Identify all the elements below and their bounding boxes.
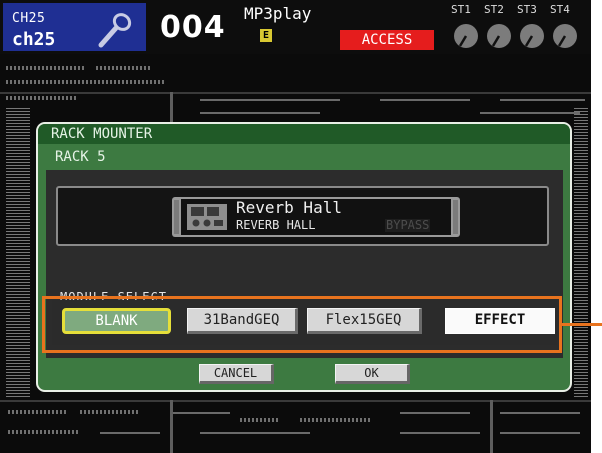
bg-line [400, 432, 480, 434]
bg-line [500, 412, 580, 414]
st1-label: ST1 [451, 3, 471, 16]
bg-fader [574, 108, 588, 398]
st4-knob-icon[interactable] [551, 22, 579, 50]
bypass-indicator[interactable]: BYPASS [385, 219, 431, 232]
ok-button[interactable]: OK [335, 364, 410, 384]
dialog-body: Reverb Hall REVERB HALL BYPASS MODULE SE… [46, 170, 563, 358]
channel-indicator[interactable]: CH25 ch25 [3, 3, 146, 51]
dialog-title: RACK MOUNTER [51, 126, 153, 142]
rack-slot-frame: Reverb Hall REVERB HALL BYPASS [56, 186, 549, 246]
callout-leader-line [562, 323, 602, 326]
bg-dots [300, 418, 370, 422]
rack-ear-left [174, 200, 179, 234]
effect-button[interactable]: EFFECT [445, 308, 555, 334]
bg-dots [6, 66, 86, 70]
bg-divider [0, 92, 591, 94]
console-screen: CH25 ch25 004 MP3play E ACCESS ST1 ST2 S… [0, 0, 591, 453]
bg-line [500, 99, 585, 101]
bg-dots [96, 66, 150, 70]
bg-dots [8, 410, 68, 414]
cancel-button[interactable]: CANCEL [199, 364, 274, 384]
dialog-title-bar: RACK MOUNTER [38, 124, 570, 144]
bg-line [200, 112, 320, 114]
module-name: Reverb Hall [236, 198, 342, 217]
effect-unit-icon [187, 204, 227, 230]
blank-button[interactable]: BLANK [62, 308, 171, 334]
microphone-icon [98, 13, 132, 48]
module-type: REVERB HALL [236, 218, 316, 232]
scene-number[interactable]: 004 [160, 12, 226, 44]
access-badge: ACCESS [340, 30, 434, 50]
rack-number: RACK 5 [55, 149, 106, 165]
channel-number: CH25 [12, 11, 46, 26]
flex15geq-button[interactable]: Flex15GEQ [307, 308, 422, 334]
bg-line [380, 99, 470, 101]
bg-line [170, 412, 230, 414]
bg-line [480, 112, 580, 114]
bg-line [200, 99, 340, 101]
bg-dots [80, 410, 140, 414]
bg-bar [490, 400, 493, 453]
st4-label: ST4 [550, 3, 570, 16]
bg-dots [6, 96, 76, 100]
bg-dots [8, 430, 78, 434]
bg-divider [0, 400, 591, 402]
status-bar: CH25 ch25 004 MP3play E ACCESS ST1 ST2 S… [0, 0, 591, 54]
channel-name: ch25 [12, 29, 56, 50]
bg-line [200, 432, 310, 434]
st1-knob-icon[interactable] [452, 22, 480, 50]
st2-label: ST2 [484, 3, 504, 16]
bg-line [400, 412, 470, 414]
module-select-group: BLANK 31BandGEQ Flex15GEQ EFFECT [52, 300, 557, 345]
rack-mounter-dialog: RACK MOUNTER RACK 5 Reverb Hall REVERB H… [36, 122, 572, 392]
31bandgeq-button[interactable]: 31BandGEQ [187, 308, 298, 334]
bg-dots [240, 418, 280, 422]
bg-dots [6, 80, 166, 84]
module-face: Reverb Hall REVERB HALL BYPASS [181, 199, 451, 235]
bg-bar [170, 92, 173, 122]
bg-line [500, 432, 580, 434]
rack-module[interactable]: Reverb Hall REVERB HALL BYPASS [172, 197, 460, 237]
st3-knob-icon[interactable] [518, 22, 546, 50]
scene-edit-flag: E [260, 29, 272, 42]
bg-bar [170, 400, 173, 453]
scene-title: MP3play [244, 4, 312, 23]
bg-fader [6, 108, 30, 398]
st2-knob-icon[interactable] [485, 22, 513, 50]
bg-line [100, 432, 160, 434]
rack-ear-right [453, 200, 458, 234]
st3-label: ST3 [517, 3, 537, 16]
